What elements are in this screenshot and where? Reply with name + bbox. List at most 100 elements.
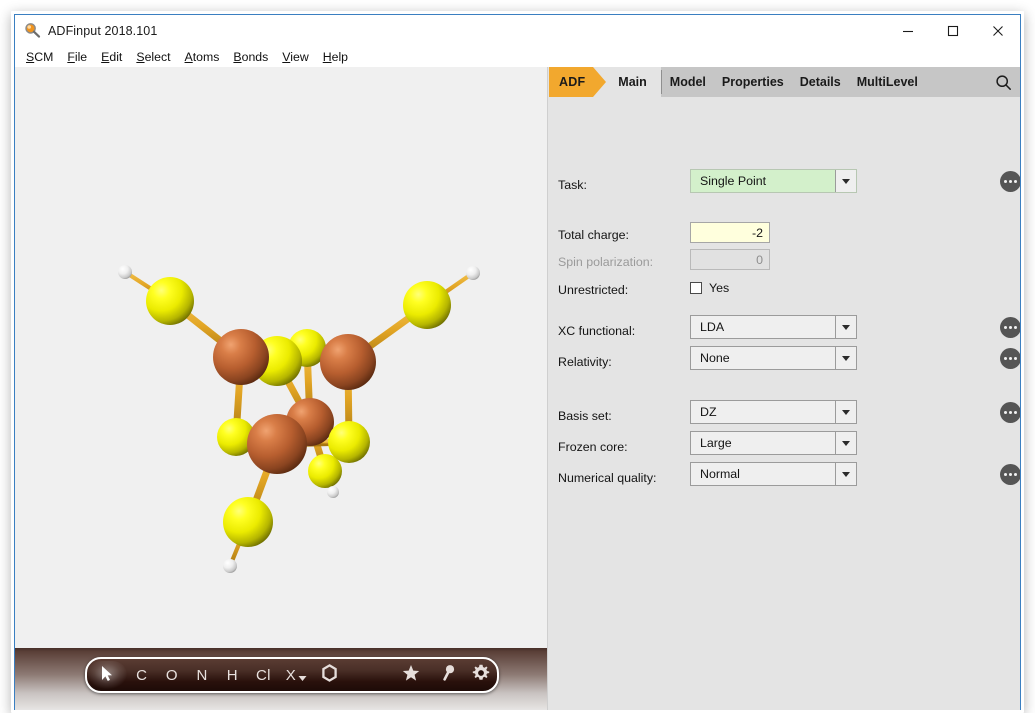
viewer-toolbar[interactable]: C O N H Cl X [85, 657, 499, 693]
molecule-render[interactable] [15, 67, 547, 647]
atom-s[interactable] [146, 277, 194, 325]
atom-cu[interactable] [320, 334, 376, 390]
title-bar-left: ADFinput 2018.101 [15, 22, 157, 39]
chevron-down-icon[interactable] [835, 170, 856, 192]
xc-functional-dropdown[interactable]: LDA [690, 315, 857, 339]
spin-polarization-label: Spin polarization: [558, 255, 654, 269]
atom-s[interactable] [223, 497, 273, 547]
menu-item-scm[interactable]: SCM [26, 50, 64, 64]
menu-item-select[interactable]: Select [136, 50, 181, 64]
atom-h[interactable] [118, 265, 132, 279]
frozen-core-dropdown[interactable]: Large [690, 431, 857, 455]
task-more-button[interactable] [1000, 171, 1020, 192]
hexagon-icon [321, 664, 338, 686]
gear-icon [472, 664, 490, 686]
window-body: Symmol: Td symmetry enforced CONHClX ADF… [15, 67, 1020, 710]
task-dropdown[interactable]: Single Point [690, 169, 857, 193]
chevron-down-icon[interactable] [835, 347, 856, 369]
hydrogen-tool[interactable]: H [217, 661, 247, 689]
menu-item-atoms[interactable]: Atoms [185, 50, 231, 64]
oxygen-tool[interactable]: O [157, 661, 187, 689]
select-cursor-tool[interactable] [87, 661, 127, 689]
settings-panel: ADF Main Model Properties Details MultiL… [548, 67, 1020, 710]
star-icon [402, 664, 420, 686]
atom-h[interactable] [327, 486, 339, 498]
xc-functional-label: XC functional: [558, 324, 636, 338]
task-value: Single Point [700, 174, 767, 188]
basis-set-more-button[interactable] [1000, 402, 1020, 423]
title-bar: ADFinput 2018.101 [15, 15, 1020, 46]
favorites-tool[interactable] [389, 661, 432, 689]
hydrogen-tool-label: H [226, 666, 238, 684]
relativity-value: None [700, 351, 730, 365]
basis-set-label: Basis set: [558, 409, 612, 423]
magnifier-icon [24, 22, 41, 39]
chevron-down-icon[interactable] [835, 401, 856, 423]
window-controls [885, 15, 1020, 46]
relativity-dropdown[interactable]: None [690, 346, 857, 370]
main-settings-form: Task: Single Point Total charge: -2 Spin [548, 97, 1020, 710]
xc-functional-value: LDA [700, 320, 725, 334]
oxygen-tool-label: O [165, 666, 178, 684]
checkbox-box[interactable] [690, 282, 702, 294]
atom-s[interactable] [328, 421, 370, 463]
viewer-toolbar-strip: C O N H Cl X [15, 648, 547, 710]
chevron-down-icon[interactable] [835, 432, 856, 454]
numerical-quality-label: Numerical quality: [558, 471, 657, 485]
application-window: ADFinput 2018.101 SCM File Edit Select Atoms [14, 14, 1021, 710]
close-icon[interactable] [975, 15, 1020, 46]
atom-layer [118, 265, 480, 573]
tab-multilevel[interactable]: MultiLevel [849, 67, 926, 97]
nitrogen-tool-label: N [196, 666, 208, 684]
desktop-background: ADFinput 2018.101 SCM File Edit Select Atoms [0, 0, 1035, 710]
preferences-tool[interactable] [465, 661, 497, 689]
basis-set-dropdown[interactable]: DZ [690, 400, 857, 424]
menu-item-file[interactable]: File [67, 50, 98, 64]
frozen-core-value: Large [700, 436, 732, 450]
ring-tool[interactable] [313, 661, 345, 689]
carbon-tool[interactable]: C [127, 661, 157, 689]
chevron-down-icon[interactable] [835, 463, 856, 485]
tab-model[interactable]: Model [662, 67, 714, 97]
tab-bar-spacer [926, 67, 985, 97]
tab-details[interactable]: Details [792, 67, 849, 97]
total-charge-label: Total charge: [558, 228, 629, 242]
other-element-tool[interactable]: X [279, 661, 313, 689]
cursor-arrow-icon [99, 665, 114, 686]
maximize-icon[interactable] [930, 15, 975, 46]
xc-functional-more-button[interactable] [1000, 317, 1020, 338]
total-charge-input[interactable]: -2 [690, 222, 770, 243]
spin-polarization-input: 0 [690, 249, 770, 270]
tab-properties[interactable]: Properties [714, 67, 792, 97]
relativity-more-button[interactable] [1000, 348, 1020, 369]
numerical-quality-dropdown[interactable]: Normal [690, 462, 857, 486]
basis-set-value: DZ [700, 405, 717, 419]
atom-h[interactable] [223, 559, 237, 573]
minimize-icon[interactable] [885, 15, 930, 46]
search-icon[interactable] [985, 67, 1020, 97]
adf-badge[interactable]: ADF [549, 67, 607, 97]
chlorine-tool[interactable]: Cl [247, 661, 279, 689]
atom-s[interactable] [403, 281, 451, 329]
unrestricted-checkbox[interactable]: Yes [690, 281, 729, 295]
chevron-down-icon[interactable] [835, 316, 856, 338]
numerical-quality-value: Normal [700, 467, 740, 481]
nitrogen-tool[interactable]: N [187, 661, 217, 689]
menu-item-help[interactable]: Help [323, 50, 359, 64]
other-element-tool-label: X [285, 666, 297, 684]
menu-item-edit[interactable]: Edit [101, 50, 133, 64]
carbon-tool-label: C [136, 666, 148, 684]
tab-bar: ADF Main Model Properties Details MultiL… [548, 67, 1020, 97]
molecule-viewer[interactable]: Symmol: Td symmetry enforced CONHClX [15, 67, 548, 710]
magnifier-tool[interactable] [433, 661, 465, 689]
menu-item-bonds[interactable]: Bonds [233, 50, 279, 64]
numerical-quality-more-button[interactable] [1000, 464, 1020, 485]
atom-cu[interactable] [247, 414, 307, 474]
chevron-down-icon[interactable] [298, 669, 307, 686]
menu-item-view[interactable]: View [282, 50, 319, 64]
unrestricted-checkbox-label: Yes [709, 281, 730, 295]
atom-cu[interactable] [213, 329, 269, 385]
atom-h[interactable] [466, 266, 480, 280]
window-title: ADFinput 2018.101 [48, 23, 158, 38]
chlorine-tool-label: Cl [256, 666, 271, 684]
